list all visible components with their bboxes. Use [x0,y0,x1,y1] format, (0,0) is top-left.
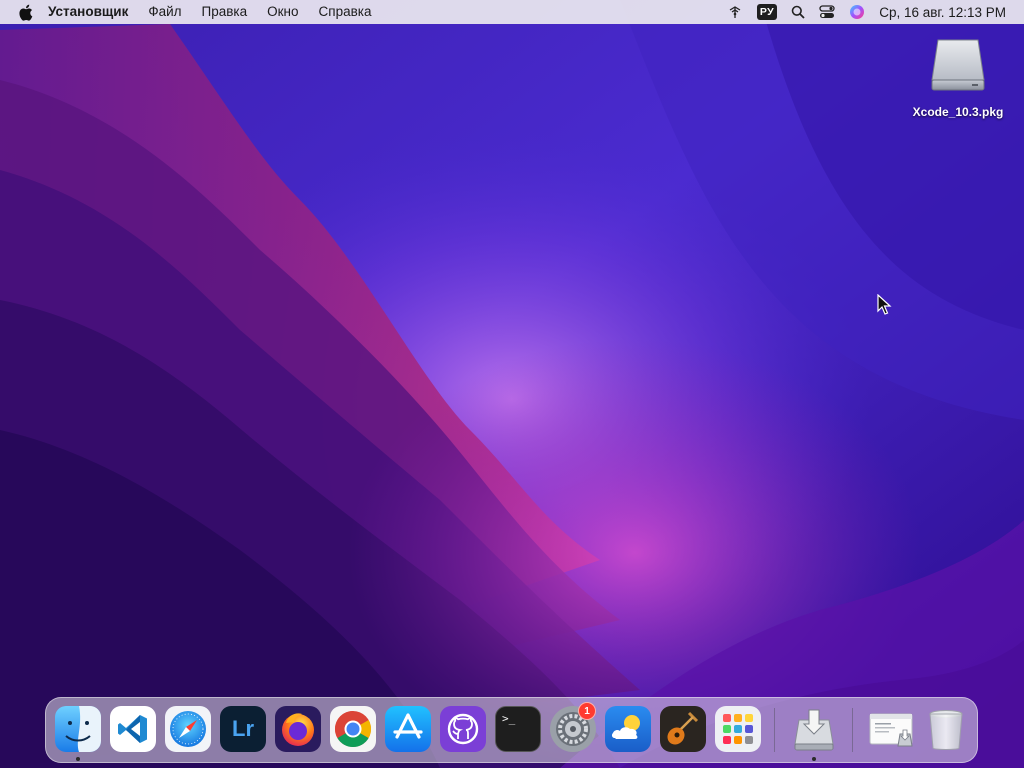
menu-bar: Установщик Файл Правка Окно Справка РУ С… [0,0,1024,24]
menu-window[interactable]: Окно [257,0,308,24]
menu-bar-clock[interactable]: Ср, 16 авг. 12:13 PM [879,0,1006,24]
menu-help[interactable]: Справка [309,0,382,24]
dock-trash[interactable] [923,706,969,752]
installer-icon [794,709,834,751]
lightroom-icon: Lr [232,716,254,741]
vscode-icon [118,715,147,743]
finder-icon [55,706,101,752]
menu-bar-left: Установщик Файл Правка Окно Справка [0,0,381,24]
terminal-icon: >_ [502,712,516,725]
dock-terminal[interactable]: >_ [495,706,541,752]
desktop-file-label: Xcode_10.3.pkg [912,105,1004,119]
dock-launchpad[interactable] [715,706,761,752]
github-icon [447,713,479,745]
launchpad-grid-icon [723,714,753,744]
menu-file[interactable]: Файл [138,0,191,24]
desktop-file-xcode-pkg[interactable]: Xcode_10.3.pkg [902,34,1014,119]
system-preferences-badge: 1 [578,702,596,720]
menu-edit[interactable]: Правка [192,0,258,24]
desktop-wallpaper [0,0,1024,768]
apple-logo-icon[interactable] [18,3,34,21]
dock-chrome[interactable] [330,706,376,752]
input-language-indicator[interactable]: РУ [756,0,778,24]
guitar-icon [667,711,699,745]
dock-garageband[interactable] [660,706,706,752]
dock-finder-running-indicator [76,757,80,761]
input-language-label: РУ [756,4,778,20]
downloads-stack-icon [869,713,913,747]
dock-weather[interactable] [605,706,651,752]
dock-downloads-stack[interactable] [868,706,914,752]
package-icon [928,34,988,99]
spotlight-search-icon[interactable] [791,0,805,24]
mouse-cursor-icon [877,294,892,315]
dock-separator [774,708,775,752]
dock-vscode[interactable] [110,706,156,752]
dock-firefox[interactable] [275,706,321,752]
dock-lightroom[interactable]: Lr [220,706,266,752]
control-center-icon[interactable] [819,0,835,24]
dock-finder[interactable] [55,706,101,752]
siri-icon[interactable] [849,0,865,24]
app-store-icon [385,706,431,752]
menu-bar-status: РУ Ср, 16 авг. 12:13 PM [713,0,1024,24]
safari-icon [170,711,206,747]
wifi-icon[interactable] [727,0,743,24]
weather-icon [605,706,651,752]
dock-installer[interactable] [791,706,837,752]
trash-icon [929,710,963,750]
menu-app-name[interactable]: Установщик [34,0,138,24]
dock-installer-running-indicator [812,757,816,761]
dock: Lr >_ 1 [45,697,978,763]
dock-app-store[interactable] [385,706,431,752]
dock-safari[interactable] [165,706,211,752]
dock-separator-2 [852,708,853,752]
chrome-icon [334,711,372,748]
dock-github-desktop[interactable] [440,706,486,752]
firefox-icon [282,713,314,746]
